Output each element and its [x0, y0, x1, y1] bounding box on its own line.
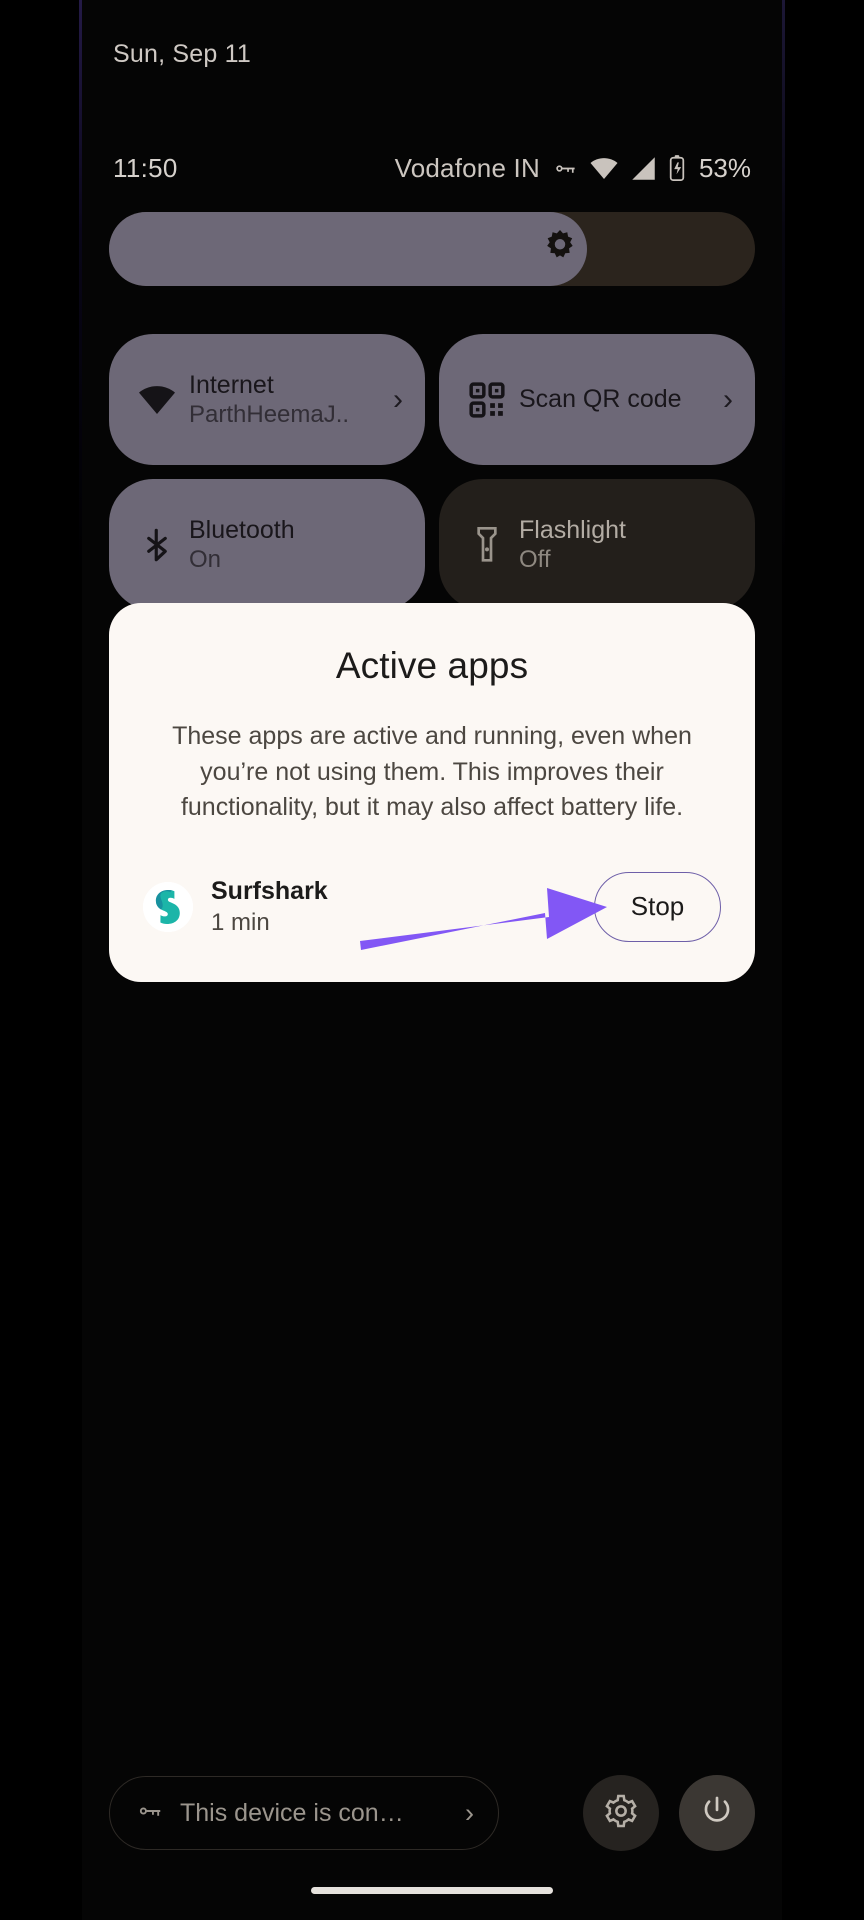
bluetooth-icon: [131, 525, 183, 565]
battery-percent-label: 53%: [698, 152, 751, 183]
date-label: Sun, Sep 11: [113, 40, 251, 68]
active-app-name: Surfshark: [211, 876, 328, 905]
dialog-body-text: These apps are active and running, even …: [172, 722, 692, 821]
active-app-duration: 1 min: [211, 909, 270, 937]
tile-scan-qr-code-text: Scan QR code: [519, 384, 682, 415]
tile-scan-qr-code[interactable]: Scan QR code ›: [439, 334, 755, 465]
battery-icon: [668, 154, 686, 182]
tile-bluetooth[interactable]: Bluetooth On: [109, 479, 425, 610]
power-icon: [700, 1794, 734, 1833]
tile-bluetooth-text: Bluetooth On: [189, 515, 295, 575]
surfshark-icon: [143, 881, 193, 932]
settings-button[interactable]: [583, 1775, 659, 1851]
footer-buttons: [583, 1775, 755, 1851]
home-indicator: [311, 1887, 553, 1894]
active-app-meta: Surfshark 1 min: [211, 875, 328, 939]
tile-label: Flashlight: [519, 515, 626, 544]
key-icon: [551, 155, 578, 182]
tile-label: Bluetooth: [189, 515, 295, 544]
tile-sublabel: ParthHeemaJ..: [189, 401, 350, 429]
active-app-row: Surfshark 1 min Stop: [143, 871, 721, 942]
device-management-pill[interactable]: This device is con… ›: [109, 1776, 499, 1850]
tile-sublabel: Off: [519, 546, 551, 574]
screen-edge-right: [782, 0, 785, 1920]
status-clock: 11:50: [113, 152, 178, 183]
phone-screenshot: Sun, Sep 11 11:50 Vodafone IN 53% Intern…: [0, 0, 864, 1920]
status-icons: Vodafone IN 53%: [395, 153, 751, 184]
power-button[interactable]: [679, 1775, 755, 1851]
wifi-icon: [131, 383, 183, 417]
stop-button[interactable]: Stop: [594, 871, 721, 942]
footer-bar: This device is con… ›: [79, 1770, 785, 1856]
dialog-title: Active apps: [335, 645, 529, 686]
quick-settings-panel: Sun, Sep 11 11:50 Vodafone IN 53% Intern…: [79, 0, 785, 1920]
tile-flashlight-text: Flashlight Off: [519, 515, 626, 575]
active-apps-dialog: Active apps These apps are active and ru…: [109, 603, 755, 982]
key-icon: [134, 1796, 164, 1831]
quick-settings-tiles: Internet ParthHeemaJ.. › Scan QR code › …: [109, 334, 755, 610]
tile-label: Internet: [189, 370, 274, 399]
cellular-signal-icon: [630, 155, 657, 182]
chevron-right-icon[interactable]: ›: [723, 384, 733, 415]
tile-sublabel: On: [189, 546, 222, 574]
gear-icon: [603, 1793, 639, 1834]
brightness-slider[interactable]: [109, 212, 755, 286]
tile-flashlight[interactable]: Flashlight Off: [439, 479, 755, 610]
carrier-label: Vodafone IN: [394, 152, 540, 183]
chevron-right-icon[interactable]: ›: [393, 384, 403, 415]
tile-internet[interactable]: Internet ParthHeemaJ.. ›: [109, 334, 425, 465]
flashlight-icon: [461, 525, 513, 565]
device-management-label: This device is con…: [180, 1798, 404, 1827]
brightness-fill: [109, 212, 587, 286]
screen-edge-left: [79, 0, 82, 1920]
wifi-icon: [589, 155, 619, 182]
brightness-icon: [541, 228, 579, 271]
chevron-right-icon[interactable]: ›: [465, 1798, 474, 1829]
tile-label: Scan QR code: [519, 385, 682, 414]
tile-internet-text: Internet ParthHeemaJ..: [189, 370, 349, 430]
status-bar: 11:50 Vodafone IN 53%: [79, 150, 785, 186]
qr-code-icon: [461, 381, 513, 419]
